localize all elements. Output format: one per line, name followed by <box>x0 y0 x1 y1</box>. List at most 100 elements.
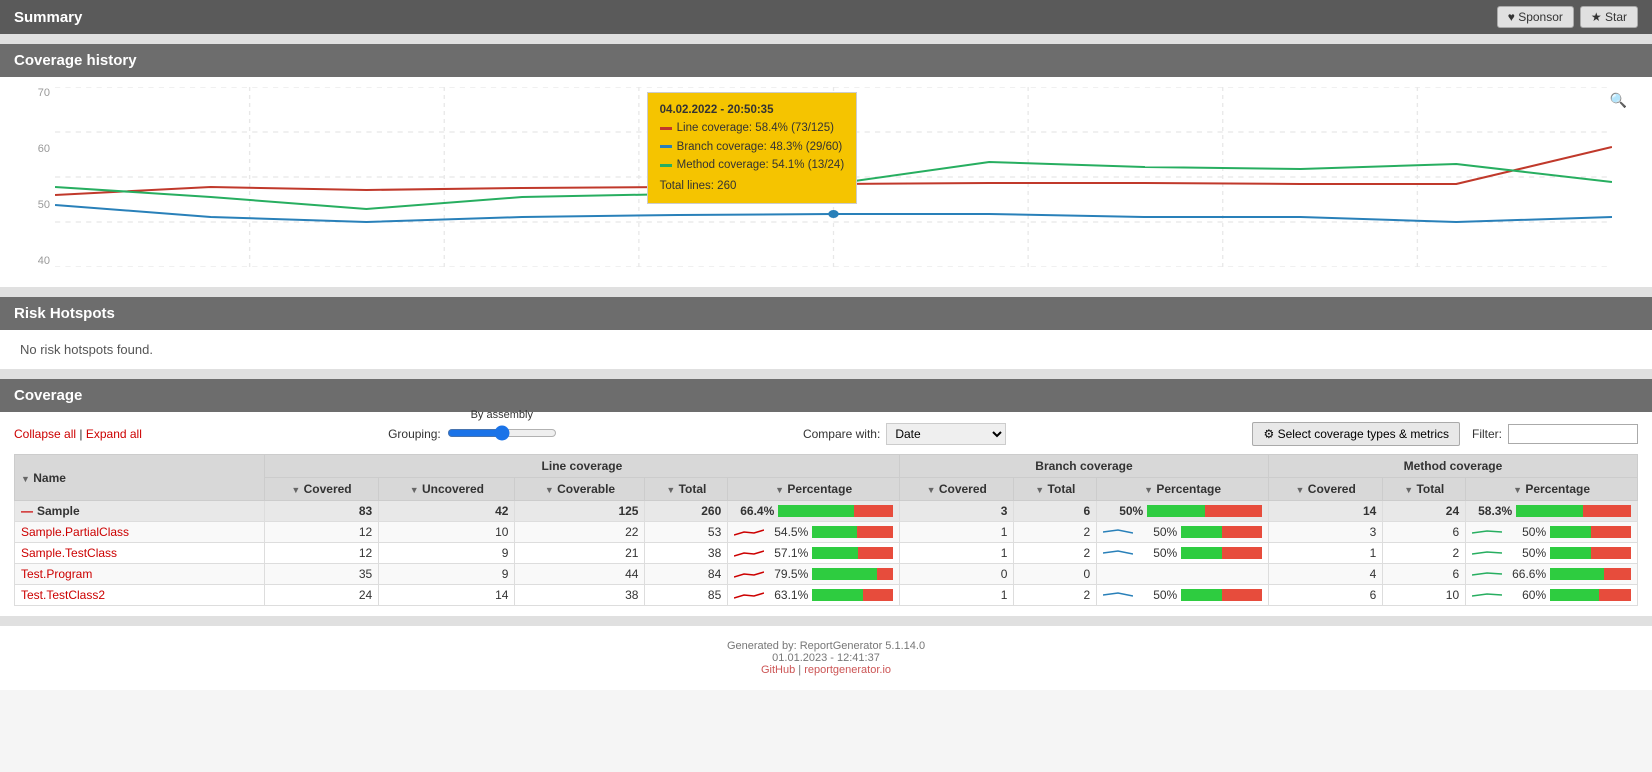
zoom-icon[interactable]: 🔍 <box>1610 92 1627 109</box>
col-name[interactable]: ▼ Name <box>15 455 265 501</box>
row-method-pct-cell: 66.6% <box>1466 564 1638 585</box>
row-name-cell: Test.TestClass2 <box>15 585 265 606</box>
branch-bar-green <box>1181 547 1221 559</box>
row-branch-pct-cell <box>1097 564 1269 585</box>
col-line-uncovered[interactable]: ▼ Uncovered <box>379 478 515 501</box>
sponsor-button[interactable]: ♥ Sponsor <box>1497 6 1574 28</box>
row-name-link[interactable]: Test.TestClass2 <box>21 588 105 602</box>
mini-branch-chart <box>1103 588 1133 602</box>
branch-pct-text: 50% <box>1137 525 1177 539</box>
footer-github-link[interactable]: GitHub <box>761 664 795 676</box>
col-branch-total[interactable]: ▼ Total <box>1014 478 1097 501</box>
minus-icon[interactable]: — <box>21 504 33 518</box>
filter-input[interactable] <box>1508 424 1638 444</box>
col-group-line: Line coverage <box>264 455 899 478</box>
row-line-cell: 83 <box>264 501 378 522</box>
row-method-cell: 4 <box>1268 564 1382 585</box>
y-axis: 70 60 50 40 <box>20 87 55 267</box>
row-method-pct-cell: 50% <box>1466 522 1638 543</box>
branch-bar-green <box>1147 505 1204 517</box>
row-name-cell: Test.Program <box>15 564 265 585</box>
branch-bar <box>1181 547 1262 559</box>
col-method-pct[interactable]: ▼ Percentage <box>1466 478 1638 501</box>
row-branch-cell: 0 <box>1014 564 1097 585</box>
line-bar-green <box>778 505 854 517</box>
chart-plot: 04.02.2022 - 20:50:35 Line coverage: 58.… <box>55 87 1612 267</box>
expand-all-link[interactable]: Expand all <box>86 427 142 441</box>
footer-links: GitHub | reportgenerator.io <box>14 664 1638 676</box>
coverage-table: ▼ Name Line coverage Branch coverage Met… <box>14 454 1638 606</box>
collapse-expand-links: Collapse all | Expand all <box>14 427 142 441</box>
line-bar-green <box>812 589 863 601</box>
col-line-covered[interactable]: ▼ Covered <box>264 478 378 501</box>
line-bar-green <box>812 526 856 538</box>
col-method-total[interactable]: ▼ Total <box>1383 478 1466 501</box>
row-name-link[interactable]: Sample.TestClass <box>21 546 117 560</box>
table-row: Sample.PartialClass12102253 54.5% 12 50% <box>15 522 1638 543</box>
coverage-header: Coverage <box>0 379 1652 412</box>
row-line-cell: 22 <box>515 522 645 543</box>
mini-branch-chart <box>1103 525 1133 539</box>
row-name-cell: Sample.TestClass <box>15 543 265 564</box>
footer-site-link[interactable]: reportgenerator.io <box>804 664 891 676</box>
risk-hotspots-header: Risk Hotspots <box>0 297 1652 330</box>
row-line-cell: 38 <box>645 543 728 564</box>
footer: Generated by: ReportGenerator 5.1.14.0 0… <box>0 626 1652 690</box>
line-pct-text: 54.5% <box>768 525 808 539</box>
line-bar-red <box>877 568 893 580</box>
coverage-section: Collapse all | Expand all Grouping: By a… <box>0 412 1652 616</box>
chart-section: 🔍 70 60 50 40 <box>0 77 1652 287</box>
col-method-covered[interactable]: ▼ Covered <box>1268 478 1382 501</box>
method-bar-green <box>1550 568 1604 580</box>
tooltip-total: Total lines: 260 <box>660 177 737 195</box>
col-line-coverable[interactable]: ▼ Coverable <box>515 478 645 501</box>
branch-pct-text: 50% <box>1103 504 1143 518</box>
row-line-pct-cell: 66.4% <box>728 501 900 522</box>
row-branch-cell: 0 <box>900 564 1014 585</box>
branch-bar-red <box>1205 505 1262 517</box>
collapse-all-link[interactable]: Collapse all <box>14 427 76 441</box>
col-line-pct[interactable]: ▼ Percentage <box>728 478 900 501</box>
row-method-cell: 24 <box>1383 501 1466 522</box>
method-bar-red <box>1591 547 1631 559</box>
method-bar-red <box>1599 589 1631 601</box>
coverage-toolbar: Collapse all | Expand all Grouping: By a… <box>14 422 1638 446</box>
row-name-link[interactable]: Sample.PartialClass <box>21 525 129 539</box>
tooltip-branch: Branch coverage: 48.3% (29/60) <box>677 138 843 156</box>
grouping-slider[interactable] <box>447 425 557 441</box>
row-branch-pct-cell: 50% <box>1097 543 1269 564</box>
row-method-cell: 2 <box>1383 543 1466 564</box>
row-line-cell: 125 <box>515 501 645 522</box>
row-line-cell: 42 <box>379 501 515 522</box>
col-branch-pct[interactable]: ▼ Percentage <box>1097 478 1269 501</box>
row-name-cell: Sample.PartialClass <box>15 522 265 543</box>
mini-line-chart <box>734 567 764 581</box>
row-method-pct-cell: 50% <box>1466 543 1638 564</box>
branch-bar-red <box>1222 547 1262 559</box>
method-bar-green <box>1550 547 1590 559</box>
line-bar <box>812 568 893 580</box>
line-pct-text: 57.1% <box>768 546 808 560</box>
row-method-cell: 3 <box>1268 522 1382 543</box>
col-line-total[interactable]: ▼ Total <box>645 478 728 501</box>
row-name-link[interactable]: Test.Program <box>21 567 92 581</box>
grouping-label: Grouping: <box>388 427 441 441</box>
col-branch-covered[interactable]: ▼ Covered <box>900 478 1014 501</box>
method-bar-green <box>1516 505 1583 517</box>
select-coverage-button[interactable]: ⚙ Select coverage types & metrics <box>1252 422 1460 446</box>
method-bar-green <box>1550 526 1590 538</box>
row-branch-cell: 3 <box>900 501 1014 522</box>
compare-control: Compare with: Date <box>803 423 1006 445</box>
method-pct-text: 50% <box>1506 525 1546 539</box>
row-branch-cell: 6 <box>1014 501 1097 522</box>
method-pct-text: 58.3% <box>1472 504 1512 518</box>
compare-select[interactable]: Date <box>886 423 1006 445</box>
row-method-cell: 6 <box>1383 522 1466 543</box>
branch-pct-text: 50% <box>1137 546 1177 560</box>
row-line-cell: 9 <box>379 564 515 585</box>
row-branch-pct-cell: 50% <box>1097 501 1269 522</box>
footer-date: 01.01.2023 - 12:41:37 <box>14 652 1638 664</box>
table-row: Test.TestClass224143885 63.1% 12 50% <box>15 585 1638 606</box>
row-line-cell: 38 <box>515 585 645 606</box>
star-button[interactable]: ★ Star <box>1580 6 1638 28</box>
